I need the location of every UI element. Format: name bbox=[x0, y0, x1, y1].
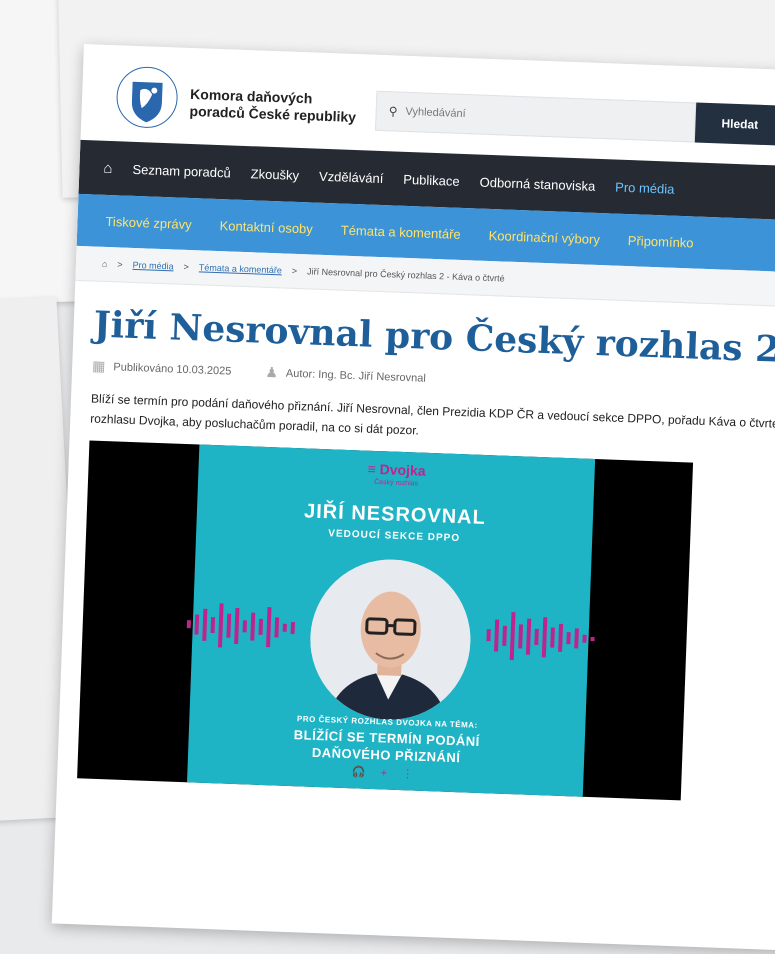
breadcrumb-home-icon[interactable]: ⌂ bbox=[102, 259, 108, 269]
nav-item-pro-media[interactable]: Pro média bbox=[615, 179, 675, 196]
nav-item-publikace[interactable]: Publikace bbox=[403, 171, 460, 188]
search-input[interactable]: ⚲ Vyhledávání bbox=[375, 91, 696, 143]
breadcrumb-separator: > bbox=[183, 262, 189, 272]
radio-poster: ≡ Dvojka Český rozhlas JIŘÍ NESROVNAL VE… bbox=[187, 444, 595, 796]
article-author: Autor: Ing. Bc. Jiří Nesrovnal bbox=[286, 367, 426, 384]
guest-portrait bbox=[308, 557, 474, 723]
nav-item-seznam-poradcu[interactable]: Seznam poradců bbox=[132, 161, 231, 180]
dvojka-icon: ≡ bbox=[367, 461, 376, 477]
home-icon[interactable]: ⌂ bbox=[103, 159, 113, 176]
brand-name: Dvojka bbox=[379, 461, 425, 479]
published-date: Publikováno 10.03.2025 bbox=[113, 361, 231, 377]
article: Jiří Nesrovnal pro Český rozhlas 2 - K ▦… bbox=[57, 281, 775, 808]
org-name[interactable]: Komora daňových poradců České republiky bbox=[189, 86, 357, 126]
breadcrumb-pro-media[interactable]: Pro média bbox=[132, 260, 173, 271]
breadcrumb-separator: > bbox=[117, 259, 123, 269]
breadcrumb-temata[interactable]: Témata a komentáře bbox=[199, 262, 282, 275]
subnav-item-kontaktni-osoby[interactable]: Kontaktní osoby bbox=[219, 218, 313, 236]
nav-item-zkousky[interactable]: Zkoušky bbox=[250, 166, 299, 183]
nav-item-odborna-stanoviska[interactable]: Odborná stanoviska bbox=[479, 174, 595, 193]
breadcrumb-separator: > bbox=[292, 266, 298, 276]
nav-item-vzdelavani[interactable]: Vzdělávání bbox=[319, 168, 384, 185]
subnav-item-koordinacni-vybory[interactable]: Koordinační výbory bbox=[488, 227, 600, 246]
breadcrumb-current: Jiří Nesrovnal pro Český rozhlas 2 - Káv… bbox=[307, 266, 505, 283]
web-page: Komora daňových poradců České republiky … bbox=[52, 44, 775, 954]
article-image[interactable]: ≡ Dvojka Český rozhlas JIŘÍ NESROVNAL VE… bbox=[77, 440, 693, 800]
user-icon: ♟ bbox=[265, 364, 278, 381]
logo[interactable] bbox=[113, 63, 181, 131]
search-button[interactable]: Hledat bbox=[695, 102, 775, 146]
search-placeholder: Vyhledávání bbox=[405, 106, 466, 120]
calendar-icon: ▦ bbox=[92, 358, 106, 375]
search-icon: ⚲ bbox=[388, 104, 397, 118]
subnav-item-temata-a-komentare[interactable]: Témata a komentáře bbox=[341, 222, 461, 241]
subnav-item-tiskove-zpravy[interactable]: Tiskové zprávy bbox=[105, 213, 192, 231]
subnav-item-pripominky[interactable]: Připomínko bbox=[628, 233, 694, 250]
